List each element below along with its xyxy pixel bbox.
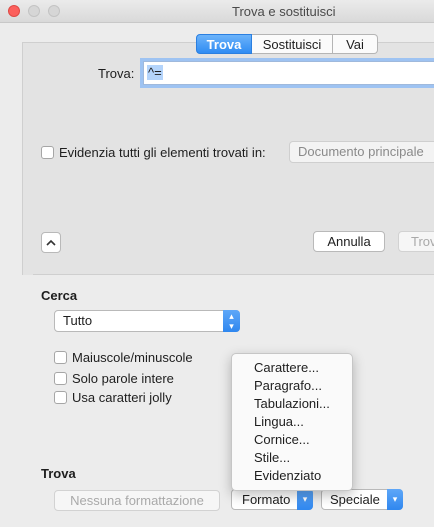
find-input[interactable]: ^= xyxy=(143,61,434,85)
tab-trova[interactable]: Trova xyxy=(196,34,252,54)
find-next-button[interactable]: Trov xyxy=(398,231,434,252)
format-button-label: Formato xyxy=(242,492,291,507)
find-format-section-title: Trova xyxy=(41,466,76,481)
menu-item-cornice[interactable]: Cornice... xyxy=(254,432,310,447)
find-replace-window: Trova e sostituisci Trova Sostituisci Va… xyxy=(0,0,434,527)
tab-bar: Trova Sostituisci Vai xyxy=(196,34,378,54)
search-scope-popup[interactable]: Tutto ▴ ▾ xyxy=(54,310,240,332)
highlight-all-checkbox[interactable] xyxy=(41,146,54,159)
chevron-down-icon: ▾ xyxy=(387,489,403,510)
highlight-target-dropdown[interactable]: Documento principale xyxy=(289,141,434,163)
title-bar: Trova e sostituisci xyxy=(0,0,434,23)
window-title: Trova e sostituisci xyxy=(232,4,336,19)
no-formatting-button[interactable]: Nessuna formattazione xyxy=(54,490,220,511)
menu-item-tabulazioni[interactable]: Tabulazioni... xyxy=(254,396,330,411)
tab-sostituisci[interactable]: Sostituisci xyxy=(252,34,333,54)
match-case-label: Maiuscole/minuscole xyxy=(72,350,193,365)
updown-arrows-icon: ▴ ▾ xyxy=(223,310,240,332)
whole-words-label: Solo parole intere xyxy=(72,371,174,386)
special-button-label: Speciale xyxy=(330,492,380,507)
find-input-value: ^= xyxy=(147,65,163,80)
match-case-checkbox[interactable] xyxy=(54,351,67,364)
menu-item-lingua[interactable]: Lingua... xyxy=(254,414,304,429)
wildcards-checkbox[interactable] xyxy=(54,391,67,404)
section-divider xyxy=(33,274,434,275)
tab-vai[interactable]: Vai xyxy=(333,34,378,54)
menu-item-paragrafo[interactable]: Paragrafo... xyxy=(254,378,322,393)
menu-item-evidenziato[interactable]: Evidenziato xyxy=(254,468,321,483)
whole-words-checkbox[interactable] xyxy=(54,372,67,385)
format-button[interactable]: Formato ▾ xyxy=(231,489,313,510)
cancel-button[interactable]: Annulla xyxy=(313,231,385,252)
close-window-button[interactable] xyxy=(8,5,20,17)
chevron-down-icon: ▾ xyxy=(297,489,313,510)
chevron-up-icon xyxy=(46,239,56,246)
find-label: Trova: xyxy=(98,66,135,81)
highlight-all-label: Evidenzia tutti gli elementi trovati in: xyxy=(59,145,266,160)
menu-item-stile[interactable]: Stile... xyxy=(254,450,290,465)
menu-item-carattere[interactable]: Carattere... xyxy=(254,360,319,375)
zoom-window-button[interactable] xyxy=(48,5,60,17)
format-menu: Carattere... Paragrafo... Tabulazioni...… xyxy=(231,353,353,491)
search-section-title: Cerca xyxy=(41,288,78,303)
wildcards-label: Usa caratteri jolly xyxy=(72,390,172,405)
search-scope-value: Tutto xyxy=(63,313,93,328)
collapse-button[interactable] xyxy=(41,232,61,253)
special-button[interactable]: Speciale ▾ xyxy=(321,489,403,510)
minimize-window-button[interactable] xyxy=(28,5,40,17)
